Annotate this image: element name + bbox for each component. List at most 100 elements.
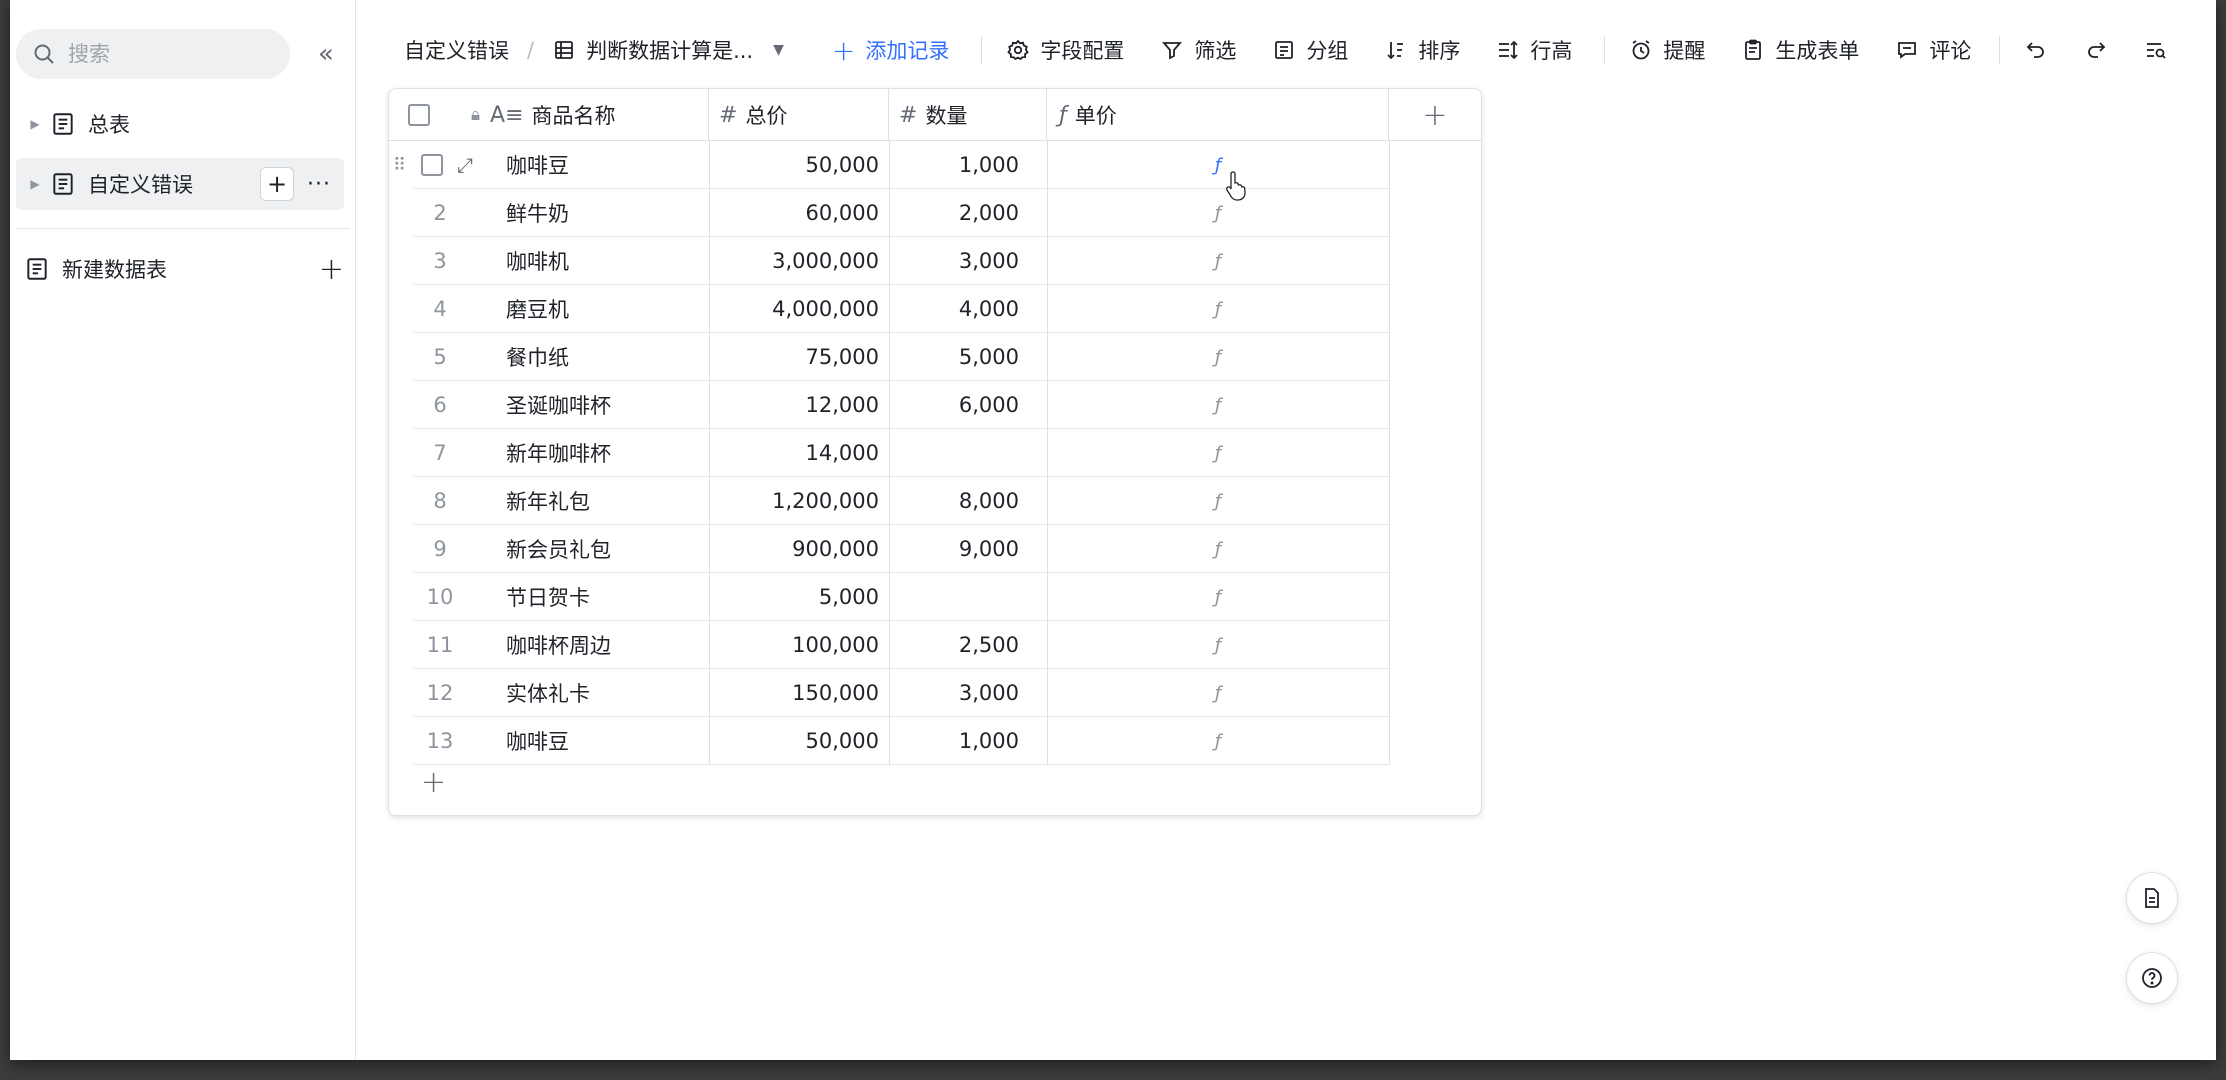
cell-unit-formula[interactable]: ƒ xyxy=(1047,285,1389,333)
cell-name[interactable]: 磨豆机 xyxy=(506,285,706,333)
cell-unit-formula[interactable]: ƒ xyxy=(1047,429,1389,477)
filter-button[interactable]: 筛选 xyxy=(1160,35,1236,65)
cell-unit-formula[interactable]: ƒ xyxy=(1047,189,1389,237)
cell-name[interactable]: 新年咖啡杯 xyxy=(506,429,706,477)
view-switcher[interactable]: 判断数据计算是... ▼ xyxy=(552,35,784,65)
new-table-button[interactable]: 新建数据表 + xyxy=(16,244,350,294)
comment-button[interactable]: 评论 xyxy=(1895,35,1971,65)
cell-qty[interactable]: 1,000 xyxy=(889,717,1019,765)
cell-unit-formula[interactable]: ƒ xyxy=(1047,381,1389,429)
add-record-button[interactable]: + 添加记录 xyxy=(832,34,949,67)
cell-name[interactable]: 圣诞咖啡杯 xyxy=(506,381,706,429)
cell-total[interactable]: 5,000 xyxy=(709,573,879,621)
field-config-button[interactable]: 字段配置 xyxy=(1006,35,1124,65)
cell-name[interactable]: 咖啡机 xyxy=(506,237,706,285)
cell-total[interactable]: 3,000,000 xyxy=(709,237,879,285)
table-row[interactable]: 13 咖啡豆 50,000 1,000 ƒ xyxy=(389,717,1481,765)
table-row[interactable]: 6 圣诞咖啡杯 12,000 6,000 ƒ xyxy=(389,381,1481,429)
cell-unit-formula[interactable]: ƒ xyxy=(1047,669,1389,717)
cell-unit-formula[interactable]: ƒ xyxy=(1047,525,1389,573)
cell-qty[interactable]: 6,000 xyxy=(889,381,1019,429)
cell-qty[interactable]: 9,000 xyxy=(889,525,1019,573)
cell-name[interactable]: 新会员礼包 xyxy=(506,525,706,573)
table-row[interactable]: 2 鲜牛奶 60,000 2,000 ƒ xyxy=(389,189,1481,237)
cell-total[interactable]: 4,000,000 xyxy=(709,285,879,333)
table-row[interactable]: 10 节日贺卡 5,000 ƒ xyxy=(389,573,1481,621)
help-button[interactable] xyxy=(2126,952,2178,1004)
cell-qty[interactable]: 3,000 xyxy=(889,669,1019,717)
column-header-name[interactable]: 🔒︎ A≡ 商品名称 xyxy=(449,89,709,141)
cell-unit-formula[interactable]: ƒ xyxy=(1047,237,1389,285)
cell-name[interactable]: 餐巾纸 xyxy=(506,333,706,381)
select-all-cell[interactable] xyxy=(389,89,449,141)
table-row[interactable]: 3 咖啡机 3,000,000 3,000 ƒ xyxy=(389,237,1481,285)
table-row[interactable]: 9 新会员礼包 900,000 9,000 ƒ xyxy=(389,525,1481,573)
cell-total[interactable]: 75,000 xyxy=(709,333,879,381)
cell-unit-formula[interactable]: ƒ xyxy=(1047,717,1389,765)
column-header-total[interactable]: # 总价 xyxy=(709,89,889,141)
remind-button[interactable]: 提醒 xyxy=(1629,35,1705,65)
cell-qty[interactable] xyxy=(889,573,1019,621)
caret-right-icon[interactable]: ▶ xyxy=(20,177,50,191)
select-all-checkbox[interactable] xyxy=(408,104,430,126)
add-view-button[interactable]: + xyxy=(260,167,294,201)
caret-right-icon[interactable]: ▶ xyxy=(20,117,50,131)
cell-name[interactable]: 咖啡杯周边 xyxy=(506,621,706,669)
generate-form-button[interactable]: 生成表单 xyxy=(1741,35,1859,65)
cell-total[interactable]: 100,000 xyxy=(709,621,879,669)
breadcrumb-table[interactable]: 自定义错误 xyxy=(404,35,509,65)
table-row[interactable]: 11 咖啡杯周边 100,000 2,500 ƒ xyxy=(389,621,1481,669)
cell-qty[interactable]: 8,000 xyxy=(889,477,1019,525)
cell-qty[interactable]: 2,000 xyxy=(889,189,1019,237)
search-box[interactable] xyxy=(16,29,290,79)
table-row[interactable]: 4 磨豆机 4,000,000 4,000 ƒ xyxy=(389,285,1481,333)
cell-name[interactable]: 节日贺卡 xyxy=(506,573,706,621)
table-row[interactable]: 12 实体礼卡 150,000 3,000 ƒ xyxy=(389,669,1481,717)
cell-total[interactable]: 60,000 xyxy=(709,189,879,237)
cell-name[interactable]: 新年礼包 xyxy=(506,477,706,525)
table-row[interactable]: ⠿ ⤢ 咖啡豆 50,000 1,000 ƒ xyxy=(389,141,1481,189)
cell-unit-formula[interactable]: ƒ xyxy=(1047,621,1389,669)
cell-name[interactable]: 实体礼卡 xyxy=(506,669,706,717)
doc-help-button[interactable] xyxy=(2126,872,2178,924)
cell-qty[interactable]: 4,000 xyxy=(889,285,1019,333)
row-height-button[interactable]: 行高 xyxy=(1496,35,1572,65)
more-icon[interactable]: ··· xyxy=(302,167,336,201)
collapse-sidebar-icon[interactable]: « xyxy=(310,38,342,70)
table-row[interactable]: 7 新年咖啡杯 14,000 ƒ xyxy=(389,429,1481,477)
group-button[interactable]: 分组 xyxy=(1272,35,1348,65)
cell-total[interactable]: 12,000 xyxy=(709,381,879,429)
add-row-button[interactable]: + xyxy=(421,765,446,800)
cell-unit-formula[interactable]: ƒ xyxy=(1047,573,1389,621)
cell-total[interactable]: 50,000 xyxy=(709,717,879,765)
cell-total[interactable]: 900,000 xyxy=(709,525,879,573)
drag-handle-icon[interactable]: ⠿ xyxy=(393,155,415,176)
cell-name[interactable]: 鲜牛奶 xyxy=(506,189,706,237)
column-header-qty[interactable]: # 数量 xyxy=(889,89,1047,141)
search-records-button[interactable] xyxy=(2144,38,2178,62)
sidebar-item-custom-error[interactable]: ▶ 自定义错误 + ··· xyxy=(16,158,344,210)
cell-qty[interactable]: 5,000 xyxy=(889,333,1019,381)
row-checkbox[interactable] xyxy=(421,154,443,176)
cell-qty[interactable]: 2,500 xyxy=(889,621,1019,669)
cell-unit-formula[interactable]: ƒ xyxy=(1047,333,1389,381)
cell-total[interactable]: 50,000 xyxy=(709,141,879,189)
search-input[interactable] xyxy=(68,42,268,66)
cell-qty[interactable]: 1,000 xyxy=(889,141,1019,189)
cell-qty[interactable] xyxy=(889,429,1019,477)
plus-icon[interactable]: + xyxy=(319,252,344,287)
cell-total[interactable]: 1,200,000 xyxy=(709,477,879,525)
cell-qty[interactable]: 3,000 xyxy=(889,237,1019,285)
sort-button[interactable]: 排序 xyxy=(1384,35,1460,65)
redo-button[interactable] xyxy=(2084,38,2118,62)
table-row[interactable]: 5 餐巾纸 75,000 5,000 ƒ xyxy=(389,333,1481,381)
cell-total[interactable]: 150,000 xyxy=(709,669,879,717)
sidebar-item-main-table[interactable]: ▶ 总表 xyxy=(16,98,344,150)
undo-button[interactable] xyxy=(2024,38,2058,62)
cell-unit-formula[interactable]: ƒ xyxy=(1047,141,1389,189)
add-column-button[interactable]: + xyxy=(1389,89,1481,141)
cell-name[interactable]: 咖啡豆 xyxy=(506,141,706,189)
cell-total[interactable]: 14,000 xyxy=(709,429,879,477)
expand-row-icon[interactable]: ⤢ xyxy=(457,153,473,177)
table-row[interactable]: 8 新年礼包 1,200,000 8,000 ƒ xyxy=(389,477,1481,525)
